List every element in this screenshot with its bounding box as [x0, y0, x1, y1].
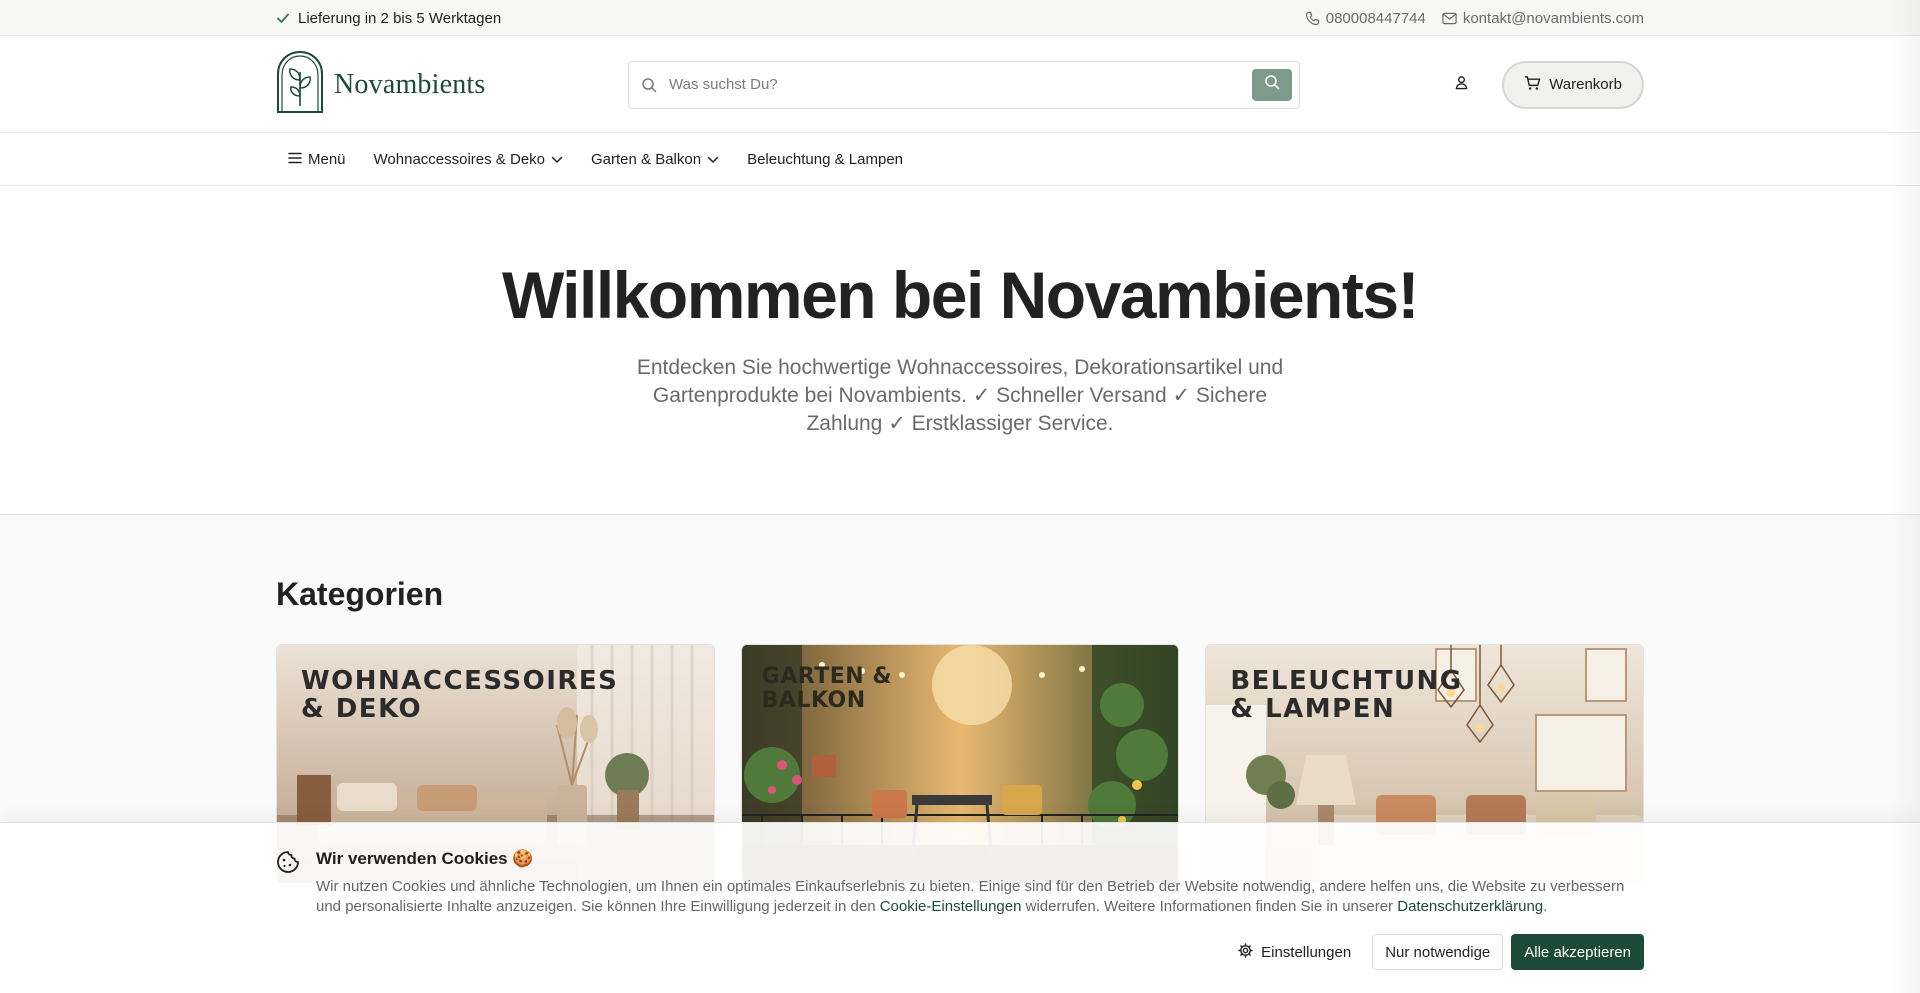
card-caption: BELEUCHTUNG & LAMPEN	[1230, 667, 1462, 723]
card-caption: GARTEN & BALKON	[762, 665, 892, 713]
hero-title: Willkommen bei Novambients!	[501, 258, 1420, 332]
email-address: kontakt@novambients.com	[1462, 9, 1644, 27]
search-icon	[641, 77, 657, 93]
user-icon	[1454, 75, 1469, 95]
nav-item-garten[interactable]: Garten & Balkon	[591, 151, 719, 168]
cookie-accept-all-button[interactable]: Alle akzeptieren	[1511, 934, 1644, 970]
cookie-settings-label: Einstellungen	[1261, 943, 1352, 961]
caption-line: BALKON	[761, 688, 866, 713]
main-navigation: Menü Wohnaccessoires & Deko Garten & Bal…	[0, 133, 1920, 186]
brand-logo[interactable]: Novambients	[276, 50, 628, 119]
nav-menu-label: Menü	[308, 151, 346, 168]
leaf-arch-logo-icon	[276, 50, 324, 119]
gear-icon	[1238, 942, 1253, 962]
cookie-text: Wir nutzen Cookies und ähnliche Technolo…	[316, 877, 1646, 917]
check-icon	[276, 11, 290, 25]
nav-item-label: Garten & Balkon	[591, 151, 702, 168]
cookie-necessary-only-button[interactable]: Nur notwendige	[1372, 934, 1504, 970]
account-button[interactable]	[1446, 70, 1476, 100]
caption-line: GARTEN &	[761, 664, 892, 689]
caption-line: BELEUCHTUNG	[1230, 666, 1463, 696]
cart-button[interactable]: Warenkorb	[1502, 60, 1644, 109]
chevron-down-icon	[551, 151, 563, 168]
nav-menu-toggle[interactable]: Menü	[288, 151, 346, 168]
brand-name: Novambients	[334, 68, 486, 100]
cookie-title: Wir verwenden Cookies 🍪	[316, 849, 534, 868]
nav-item-label: Wohnaccessoires & Deko	[373, 151, 545, 168]
cookie-settings-button[interactable]: Einstellungen	[1225, 934, 1364, 970]
caption-line: & LAMPEN	[1230, 694, 1396, 724]
caption-line: WOHNACCESSOIRES	[301, 666, 619, 696]
privacy-policy-link[interactable]: Datenschutzerklärung	[1397, 898, 1543, 915]
mail-icon	[1442, 12, 1457, 25]
cookie-settings-link[interactable]: Cookie-Einstellungen	[880, 898, 1022, 915]
card-caption: WOHNACCESSOIRES & DEKO	[301, 667, 618, 723]
hamburger-icon	[288, 151, 302, 168]
cart-label: Warenkorb	[1549, 76, 1622, 93]
hero-section: Willkommen bei Novambients! Entdecken Si…	[0, 186, 1920, 515]
chevron-down-icon	[707, 151, 719, 168]
hero-subtitle: Entdecken Sie hochwertige Wohnaccessoire…	[636, 356, 1284, 435]
cart-icon	[1524, 75, 1541, 95]
cookie-consent-banner: Wir verwenden Cookies 🍪 Wir nutzen Cooki…	[0, 822, 1920, 993]
caption-line: & DEKO	[301, 694, 423, 724]
phone-link[interactable]: 080008447744	[1305, 10, 1426, 27]
categories-heading: Kategorien	[276, 576, 444, 612]
site-header: Novambients Warenk	[0, 36, 1920, 133]
search-bar	[628, 60, 1300, 109]
search-input[interactable]	[669, 76, 1252, 93]
nav-item-label: Beleuchtung & Lampen	[747, 151, 904, 168]
search-submit-button[interactable]	[1252, 68, 1292, 101]
cookie-icon	[276, 850, 300, 879]
nav-item-beleuchtung[interactable]: Beleuchtung & Lampen	[747, 151, 903, 168]
delivery-text: Lieferung in 2 bis 5 Werktagen	[298, 9, 502, 27]
cookie-text-part: .	[1543, 898, 1548, 915]
top-info-bar: Lieferung in 2 bis 5 Werktagen 080008447…	[0, 0, 1920, 36]
phone-number: 080008447744	[1325, 9, 1426, 27]
cookie-text-part: widerrufen. Weitere Informationen finden…	[1021, 898, 1398, 915]
delivery-info: Lieferung in 2 bis 5 Werktagen	[276, 10, 501, 27]
phone-icon	[1305, 11, 1320, 26]
email-link[interactable]: kontakt@novambients.com	[1442, 10, 1644, 27]
search-icon	[1264, 74, 1280, 95]
nav-item-wohnaccessoires[interactable]: Wohnaccessoires & Deko	[374, 151, 563, 168]
